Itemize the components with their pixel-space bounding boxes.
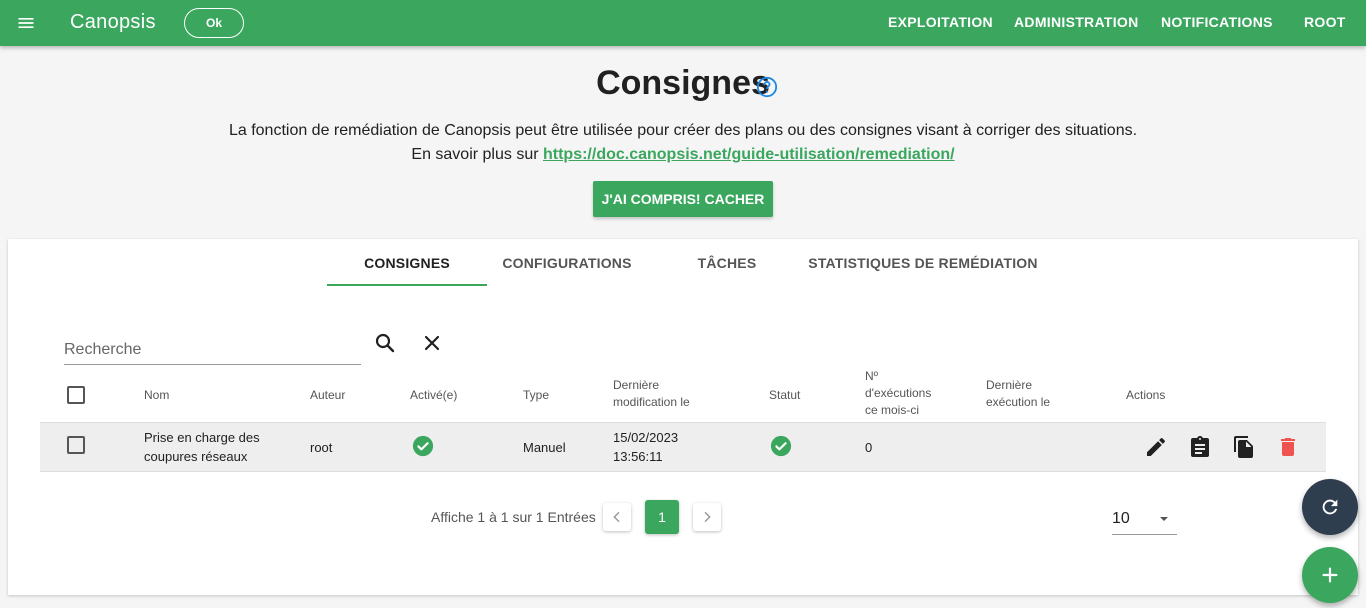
row-name-line1: Prise en charge des	[144, 430, 260, 445]
remediation-card: CONSIGNES CONFIGURATIONS TÂCHES STATISTI…	[8, 239, 1358, 595]
header-author[interactable]: Auteur	[310, 387, 345, 404]
header-type[interactable]: Type	[523, 387, 549, 404]
header-last-modified-line2: modification le	[613, 395, 690, 409]
header-name[interactable]: Nom	[144, 387, 169, 404]
trash-icon[interactable]	[1276, 435, 1300, 459]
pagination-summary: Affiche 1 à 1 sur 1 Entrées	[431, 509, 596, 525]
chevron-left-icon	[613, 511, 620, 523]
row-modified-date: 15/02/2023	[613, 430, 679, 445]
tab-configurations[interactable]: CONFIGURATIONS	[487, 255, 647, 271]
refresh-icon	[1322, 499, 1338, 515]
menu-icon[interactable]	[16, 13, 36, 33]
plus-icon	[1322, 567, 1338, 583]
header-enabled[interactable]: Activé(e)	[410, 387, 457, 404]
copy-icon[interactable]	[1232, 435, 1256, 459]
row-type: Manuel	[523, 440, 566, 455]
close-icon[interactable]	[420, 331, 444, 355]
row-modified-time: 13:56:11	[613, 449, 663, 464]
documentation-link[interactable]: https://doc.canopsis.net/guide-utilisati…	[543, 146, 955, 163]
header-last-modified-line1: Dernière	[613, 378, 660, 392]
header-last-execution[interactable]: Dernière exécution le	[986, 377, 1050, 411]
nav-administration[interactable]: ADMINISTRATION	[1014, 14, 1139, 30]
app-title[interactable]: Canopsis	[70, 11, 156, 34]
header-last-execution-line2: exécution le	[986, 395, 1051, 409]
top-app-bar: Canopsis Ok EXPLOITATION ADMINISTRATION …	[0, 0, 1366, 46]
tab-statistiques[interactable]: STATISTIQUES DE REMÉDIATION	[807, 255, 1039, 271]
row-executions: 0	[865, 440, 873, 455]
next-page-button[interactable]	[693, 503, 721, 531]
header-executions-line2: d'exécutions	[865, 386, 932, 400]
header-status[interactable]: Statut	[769, 387, 800, 404]
refresh-fab[interactable]	[1302, 479, 1358, 535]
learn-more-prefix: En savoir plus sur	[411, 146, 543, 163]
select-all-checkbox[interactable]	[67, 386, 85, 404]
status-check-circle-icon	[770, 435, 792, 457]
table-row[interactable]: Prise en charge des coupures réseaux roo…	[40, 422, 1326, 472]
tab-taches[interactable]: TÂCHES	[647, 255, 807, 271]
header-executions-line3: ce mois-ci	[865, 403, 920, 417]
row-author: root	[310, 440, 333, 455]
nav-exploitation[interactable]: EXPLOITATION	[888, 14, 993, 30]
row-checkbox[interactable]	[67, 436, 85, 454]
chevron-right-icon	[704, 511, 711, 523]
row-name-line2: coupures réseaux	[144, 449, 248, 464]
page-button-current[interactable]: 1	[645, 500, 679, 534]
nav-user-root[interactable]: ROOT	[1304, 14, 1346, 30]
header-executions-line1: Nº	[865, 369, 879, 383]
page-title: Consignes	[596, 64, 770, 102]
page-description: La fonction de remédiation de Canopsis p…	[228, 122, 1138, 139]
add-fab[interactable]	[1302, 547, 1358, 603]
ok-status-button[interactable]: Ok	[184, 8, 244, 38]
previous-page-button[interactable]	[603, 503, 631, 531]
search-input[interactable]	[64, 335, 361, 365]
row-modified: 15/02/2023 13:56:11	[613, 428, 678, 466]
nav-notifications[interactable]: NOTIFICATIONS	[1161, 14, 1273, 30]
help-circle-icon[interactable]	[756, 76, 778, 98]
rows-per-page-value: 10	[1112, 510, 1130, 527]
active-tab-indicator	[327, 284, 487, 286]
header-actions: Actions	[1126, 388, 1166, 402]
clipboard-icon[interactable]	[1188, 435, 1212, 459]
tab-consignes[interactable]: CONSIGNES	[327, 255, 487, 271]
enabled-check-circle-icon	[412, 435, 434, 457]
caret-down-icon	[1160, 517, 1168, 521]
header-last-modified[interactable]: Dernière modification le	[613, 377, 690, 411]
search-icon[interactable]	[373, 331, 397, 355]
learn-more-line: En savoir plus sur https://doc.canopsis.…	[0, 146, 1366, 164]
got-it-hide-button[interactable]: J'AI COMPRIS! CACHER	[593, 181, 773, 217]
header-last-execution-line1: Dernière	[986, 378, 1033, 392]
pencil-icon[interactable]	[1144, 435, 1168, 459]
rows-per-page-select[interactable]: 10	[1112, 505, 1177, 535]
header-executions[interactable]: Nº d'exécutions ce mois-ci	[865, 368, 931, 419]
row-name: Prise en charge des coupures réseaux	[144, 428, 260, 466]
